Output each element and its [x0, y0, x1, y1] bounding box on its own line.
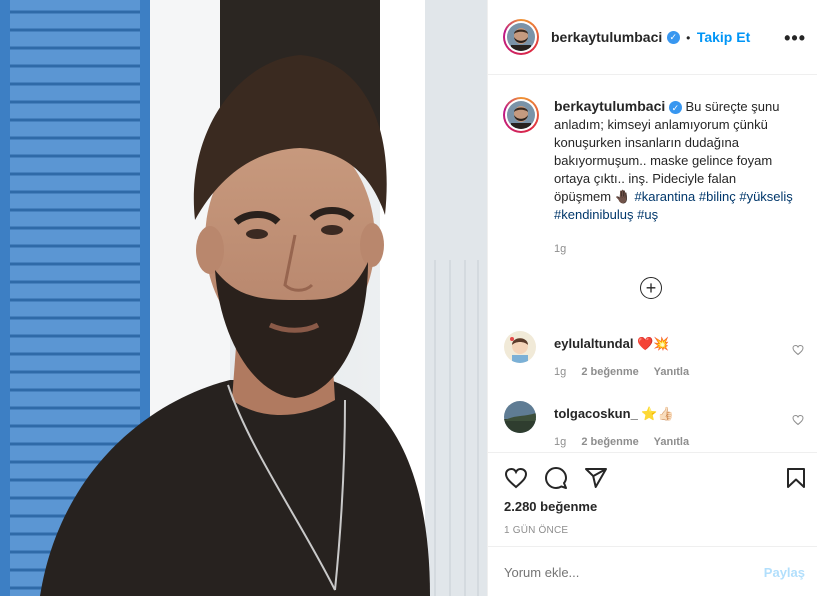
- hashtag-link[interactable]: #kendinibuluş: [554, 207, 634, 222]
- load-more-comments-icon[interactable]: +: [640, 277, 662, 299]
- post-photo[interactable]: [0, 0, 487, 596]
- caption-emoji: 🤚🏿: [614, 189, 631, 204]
- author-avatar[interactable]: [503, 19, 539, 55]
- commenter-username[interactable]: tolgacoskun_: [554, 406, 638, 421]
- add-comment-bar: Paylaş: [488, 546, 817, 596]
- comment-text: ⭐👍🏻: [641, 406, 674, 421]
- comment-time: 1g: [554, 366, 567, 378]
- comment-time: 1g: [554, 436, 567, 448]
- follow-button[interactable]: Takip Et: [697, 29, 750, 45]
- hashtag-link[interactable]: #uş: [637, 207, 658, 222]
- like-heart-icon[interactable]: [504, 466, 528, 495]
- comment-item: eylulaltundal ❤️💥 1g 2 beğenme Yanıtla: [504, 331, 804, 381]
- post-date: 1 GÜN ÖNCE: [504, 525, 569, 536]
- commenter-username[interactable]: eylulaltundal: [554, 336, 633, 351]
- more-options-icon[interactable]: •••: [784, 28, 806, 49]
- comment-bubble-icon[interactable]: [544, 466, 568, 495]
- comment-item: tolgacoskun_ ⭐👍🏻 1g 2 beğenme Yanıtla: [504, 401, 804, 451]
- comment-input[interactable]: [504, 565, 724, 580]
- post-caption: berkaytulumbaci ✓ Bu süreçte şunu anladı…: [554, 97, 794, 258]
- reply-button[interactable]: Yanıtla: [654, 366, 689, 378]
- comment-likes[interactable]: 2 beğenme: [581, 366, 638, 378]
- verified-badge-icon: ✓: [666, 31, 680, 45]
- likes-count[interactable]: 2.280 beğenme: [504, 499, 597, 514]
- post-actions: 2.280 beğenme 1 GÜN ÖNCE: [488, 452, 817, 546]
- caption-avatar-image: [507, 101, 535, 129]
- commenter-avatar-image: [504, 331, 536, 363]
- caption-verified-badge-icon: ✓: [668, 101, 682, 115]
- post-details-panel: berkaytulumbaci ✓ • Takip Et ••• berkayt…: [487, 0, 817, 596]
- comment-likes[interactable]: 2 beğenme: [581, 436, 638, 448]
- hashtag-link[interactable]: #karantina: [635, 189, 696, 204]
- author-username[interactable]: berkaytulumbaci: [551, 29, 662, 45]
- post-comment-button[interactable]: Paylaş: [764, 565, 805, 580]
- commenter-avatar[interactable]: [504, 331, 536, 363]
- hashtag-link[interactable]: #yükseliş: [739, 189, 792, 204]
- commenter-avatar[interactable]: [504, 401, 536, 433]
- caption-time: 1g: [554, 243, 567, 255]
- comment-like-heart-icon[interactable]: [792, 413, 804, 431]
- post-photo-illustration: [0, 0, 487, 596]
- caption-username[interactable]: berkaytulumbaci: [554, 98, 665, 114]
- comment-text: ❤️💥: [637, 336, 670, 351]
- post-header: berkaytulumbaci ✓ • Takip Et •••: [488, 0, 817, 75]
- hashtag-link[interactable]: #bilinç: [699, 189, 736, 204]
- share-paper-plane-icon[interactable]: [584, 466, 608, 495]
- author-avatar-image: [507, 23, 535, 51]
- commenter-avatar-image: [504, 401, 536, 433]
- save-bookmark-icon[interactable]: [784, 466, 808, 495]
- comment-like-heart-icon[interactable]: [792, 343, 804, 361]
- separator-dot: •: [686, 31, 691, 45]
- caption-author-avatar[interactable]: [503, 97, 539, 133]
- reply-button[interactable]: Yanıtla: [654, 436, 689, 448]
